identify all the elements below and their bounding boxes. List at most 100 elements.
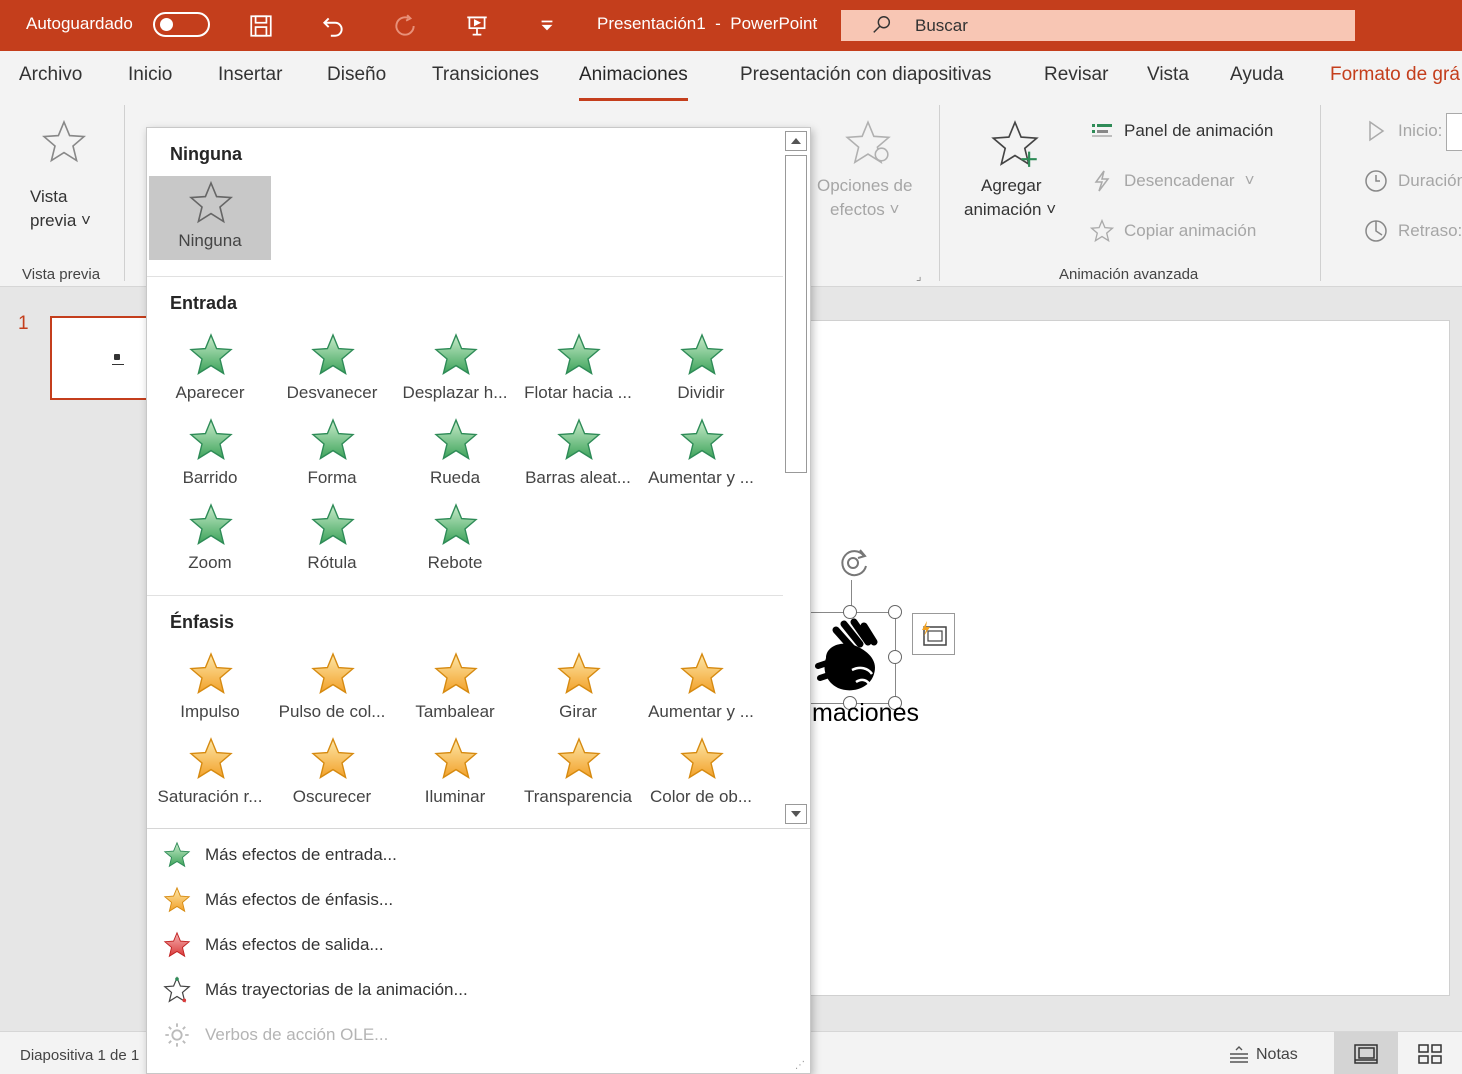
- section-none-header: Ninguna: [170, 144, 242, 164]
- entrance-star-icon: [433, 417, 479, 463]
- entrance-star-icon: [188, 417, 234, 463]
- copy-animation-button[interactable]: Copiar animación: [1090, 219, 1256, 243]
- normal-view-button[interactable]: [1334, 1032, 1398, 1074]
- entrance-effect-1[interactable]: Desvanecer: [271, 328, 393, 412]
- slide-thumbnail[interactable]: [50, 316, 150, 400]
- start-field[interactable]: Inicio:: [1364, 119, 1442, 143]
- document-title: Presentación1 - PowerPoint: [597, 14, 818, 33]
- trigger-button[interactable]: Desencadenar ˅: [1090, 169, 1255, 193]
- tab-formato[interactable]: Formato de grá: [1330, 64, 1460, 86]
- undo-icon[interactable]: [318, 11, 348, 41]
- emphasis-effect-7[interactable]: Iluminar: [394, 732, 516, 816]
- entrance-star-icon: [310, 502, 356, 548]
- gallery-scroll-area: Ninguna Ninguna Entrada Aparecer Desvanec…: [147, 128, 810, 828]
- entrance-effect-9[interactable]: Aumentar y ...: [640, 413, 762, 497]
- entrance-effect-6[interactable]: Forma: [271, 413, 393, 497]
- entrance-effect-0[interactable]: Aparecer: [149, 328, 271, 412]
- emphasis-star-icon: [556, 651, 602, 697]
- emphasis-effect-9[interactable]: Color de ob...: [640, 732, 762, 816]
- play-icon: [1369, 120, 1385, 142]
- rotate-handle-icon[interactable]: [834, 544, 874, 580]
- entrance-effect-8[interactable]: Barras aleat...: [517, 413, 639, 497]
- resize-handle[interactable]: [843, 605, 857, 619]
- add-animation-line2: animación ˅: [964, 200, 1057, 219]
- more-motion-paths[interactable]: Más trayectorias de la animación...: [163, 972, 468, 1008]
- effect-none[interactable]: Ninguna: [149, 176, 271, 260]
- entrance-star-icon: [310, 332, 356, 378]
- emphasis-effect-2[interactable]: Tambalear: [394, 647, 516, 731]
- title-bar: Autoguardado Presentación1 - PowerPoint …: [0, 0, 1462, 51]
- resize-grip[interactable]: ⋰: [795, 1060, 806, 1071]
- scroll-up-button[interactable]: [785, 131, 807, 151]
- slide-sorter-button[interactable]: [1398, 1032, 1462, 1074]
- tab-archivo[interactable]: Archivo: [19, 64, 82, 86]
- entrance-effect-5[interactable]: Barrido: [149, 413, 271, 497]
- animation-pane-icon: [1092, 124, 1112, 137]
- layout-lightning-icon: [922, 621, 947, 646]
- delay-field[interactable]: Retraso:: [1364, 219, 1462, 243]
- preview-label-line1: Vista: [30, 187, 68, 206]
- scroll-down-button[interactable]: [785, 804, 807, 824]
- entrance-star-icon: [310, 417, 356, 463]
- search-box[interactable]: Buscar: [841, 10, 1355, 41]
- emphasis-star-icon: [679, 736, 725, 782]
- preview-label-line2: previa ˅: [30, 211, 91, 230]
- tab-transiciones[interactable]: Transiciones: [432, 64, 539, 86]
- entrance-star-icon: [188, 502, 234, 548]
- emphasis-effect-0[interactable]: Impulso: [149, 647, 271, 731]
- emphasis-star-icon: [310, 651, 356, 697]
- entrance-effect-12[interactable]: Rebote: [394, 498, 516, 582]
- redo-icon[interactable]: [390, 11, 420, 41]
- more-exit-effects[interactable]: Más efectos de salida...: [163, 927, 384, 963]
- preview-group-label: Vista previa: [22, 266, 101, 283]
- tab-vista[interactable]: Vista: [1147, 64, 1189, 86]
- customize-toolbar-icon[interactable]: [532, 11, 562, 41]
- autosave-toggle[interactable]: [153, 12, 210, 37]
- tab-inicio[interactable]: Inicio: [128, 64, 172, 86]
- resize-handle[interactable]: [888, 605, 902, 619]
- notes-button[interactable]: Notas: [1228, 1046, 1298, 1064]
- scroll-thumb[interactable]: [785, 155, 807, 473]
- entrance-effect-3[interactable]: Flotar hacia ...: [517, 328, 639, 412]
- emphasis-effect-8[interactable]: Transparencia: [517, 732, 639, 816]
- dialog-launcher-icon[interactable]: ⌟: [916, 269, 922, 283]
- emphasis-effect-4[interactable]: Aumentar y ...: [640, 647, 762, 731]
- more-emphasis-effects[interactable]: Más efectos de énfasis...: [163, 882, 393, 918]
- entrance-effect-11[interactable]: Rótula: [271, 498, 393, 582]
- tab-animaciones[interactable]: Animaciones: [579, 64, 688, 101]
- resize-handle[interactable]: [888, 650, 902, 664]
- tab-presentacion[interactable]: Presentación con diapositivas: [740, 64, 991, 86]
- more-entrance-effects[interactable]: Más efectos de entrada...: [163, 837, 397, 873]
- orange-star-icon: [163, 886, 191, 914]
- animation-pane-button[interactable]: Panel de animación: [1090, 119, 1273, 143]
- tab-insertar[interactable]: Insertar: [218, 64, 282, 86]
- start-dropdown[interactable]: [1446, 113, 1462, 151]
- entrance-effect-2[interactable]: Desplazar h...: [394, 328, 516, 412]
- save-icon[interactable]: [246, 11, 276, 41]
- gallery-menu: Más efectos de entrada... Más efectos de…: [147, 828, 810, 1073]
- entrance-effect-7[interactable]: Rueda: [394, 413, 516, 497]
- entrance-star-icon: [188, 332, 234, 378]
- clock-icon: [1365, 170, 1387, 192]
- tab-ayuda[interactable]: Ayuda: [1230, 64, 1284, 86]
- tab-revisar[interactable]: Revisar: [1044, 64, 1108, 86]
- animation-gallery: Ninguna Ninguna Entrada Aparecer Desvanec…: [146, 127, 811, 1074]
- design-ideas-button[interactable]: [912, 613, 955, 655]
- present-icon[interactable]: [462, 11, 492, 41]
- entrance-effect-4[interactable]: Dividir: [640, 328, 762, 412]
- tab-diseno[interactable]: Diseño: [327, 64, 386, 86]
- emphasis-effect-6[interactable]: Oscurecer: [271, 732, 393, 816]
- slide-text[interactable]: maciones: [812, 699, 919, 728]
- emphasis-effect-1[interactable]: Pulso de col...: [271, 647, 393, 731]
- entrance-effect-10[interactable]: Zoom: [149, 498, 271, 582]
- ole-action-verbs[interactable]: Verbos de acción OLE...: [163, 1017, 388, 1053]
- emphasis-effect-5[interactable]: Saturación r...: [149, 732, 271, 816]
- gallery-scrollbar[interactable]: [783, 131, 809, 827]
- search-placeholder: Buscar: [915, 16, 968, 35]
- duration-field[interactable]: Duración: [1364, 169, 1462, 193]
- delay-clock-icon: [1365, 220, 1387, 242]
- effect-options-line1: Opciones de: [817, 176, 913, 195]
- entrance-star-icon: [433, 332, 479, 378]
- emphasis-star-icon: [188, 651, 234, 697]
- emphasis-effect-3[interactable]: Girar: [517, 647, 639, 731]
